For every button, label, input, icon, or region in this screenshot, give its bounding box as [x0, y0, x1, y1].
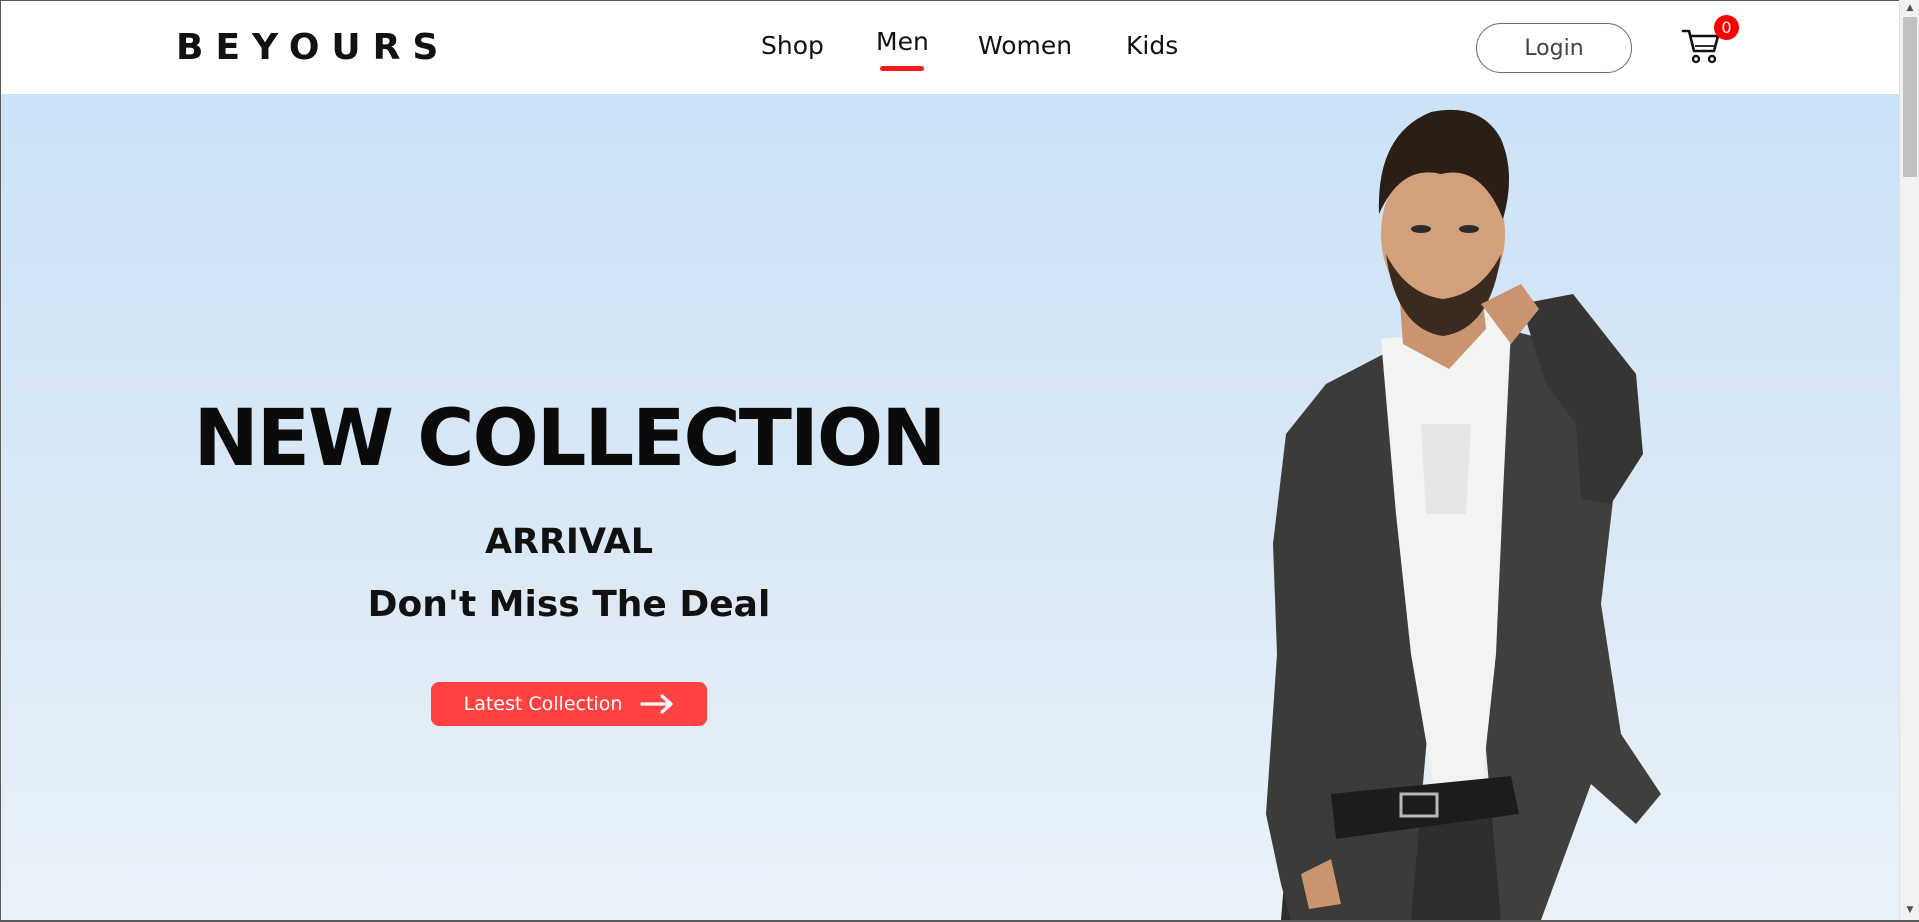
active-nav-indicator: [880, 66, 924, 71]
scroll-up-arrow[interactable]: ▲: [1900, 0, 1919, 16]
latest-collection-button[interactable]: Latest Collection: [431, 682, 707, 726]
latest-collection-label: Latest Collection: [463, 693, 623, 715]
scroll-thumb[interactable]: [1903, 17, 1917, 177]
hero-model-image: [1266, 109, 1661, 920]
hero-subtitle-arrival: ARRIVAL: [484, 522, 654, 562]
arrow-right-icon: [640, 694, 673, 714]
nav-shop[interactable]: Shop: [761, 31, 824, 60]
cart-count-badge: 0: [1714, 15, 1739, 40]
nav-kids[interactable]: Kids: [1126, 31, 1178, 60]
scroll-down-arrow[interactable]: ▼: [1900, 902, 1919, 918]
hero-title: NEW COLLECTION: [193, 394, 946, 484]
site-header: BEYOURS Shop Men Women Kids Login 0: [1, 1, 1899, 94]
hero-subtitle-deal: Don't Miss The Deal: [367, 584, 771, 625]
nav-women[interactable]: Women: [978, 31, 1072, 60]
brand-logo[interactable]: BEYOURS: [176, 27, 450, 68]
login-button[interactable]: Login: [1476, 23, 1632, 73]
page-scrollbar[interactable]: ▲ ▼: [1899, 0, 1919, 920]
nav-men[interactable]: Men: [876, 27, 929, 56]
hero-banner: NEW COLLECTION ARRIVAL Don't Miss The De…: [1, 94, 1899, 920]
cart-button[interactable]: 0: [1681, 15, 1741, 68]
